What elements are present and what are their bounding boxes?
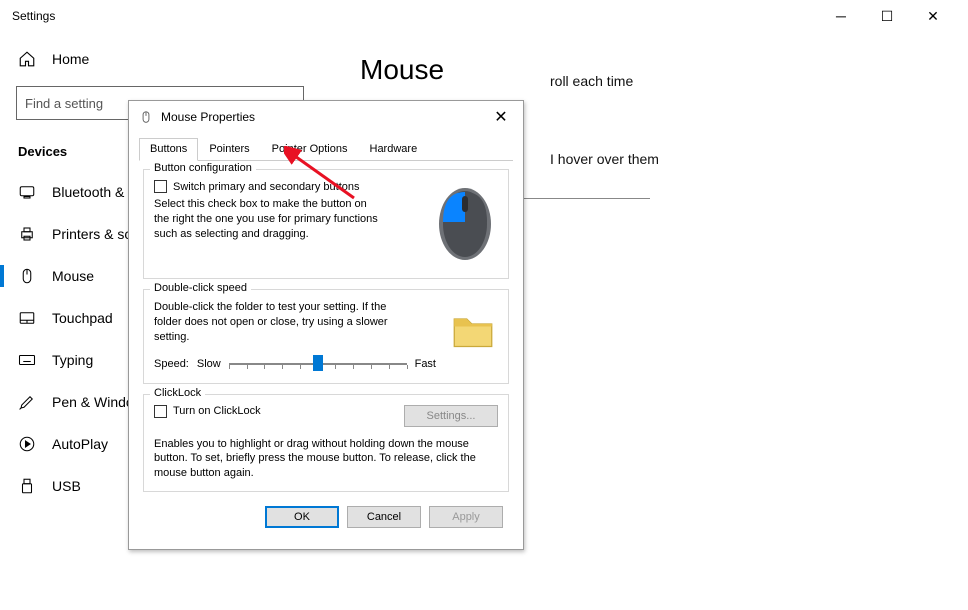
sidebar-item-label: Touchpad xyxy=(52,310,113,326)
tab-buttons[interactable]: Buttons xyxy=(139,138,198,161)
search-placeholder: Find a setting xyxy=(25,96,103,111)
scroll-hint-text: roll each time xyxy=(550,73,928,89)
tab-hardware[interactable]: Hardware xyxy=(359,138,429,161)
touchpad-icon xyxy=(18,309,36,327)
mouse-properties-dialog: Mouse Properties ✕ Buttons Pointers Poin… xyxy=(128,100,524,550)
group-legend: Double-click speed xyxy=(150,282,251,294)
double-click-help: Double-click the folder to test your set… xyxy=(154,300,414,345)
home-nav[interactable]: Home xyxy=(0,40,320,78)
group-clicklock: ClickLock Settings... Turn on ClickLock … xyxy=(143,394,509,493)
switch-buttons-checkbox[interactable] xyxy=(154,180,167,193)
printer-icon xyxy=(18,225,36,243)
sidebar-item-label: Mouse xyxy=(52,268,94,284)
usb-icon xyxy=(18,477,36,495)
hover-hint-text: I hover over them xyxy=(550,151,928,167)
pen-icon xyxy=(18,393,36,411)
speed-label: Speed: xyxy=(154,358,189,370)
home-label: Home xyxy=(52,51,89,67)
clicklock-help: Enables you to highlight or drag without… xyxy=(154,437,484,482)
group-double-click-speed: Double-click speed Double-click the fold… xyxy=(143,289,509,384)
clicklock-label: Turn on ClickLock xyxy=(173,405,261,417)
clicklock-settings-button: Settings... xyxy=(404,405,498,427)
ok-button[interactable]: OK xyxy=(265,506,339,528)
sidebar-item-label: Typing xyxy=(52,352,93,368)
close-button[interactable]: ✕ xyxy=(910,0,956,32)
dialog-title-text: Mouse Properties xyxy=(161,110,255,124)
tab-pointer-options[interactable]: Pointer Options xyxy=(261,138,359,161)
switch-buttons-help: Select this check box to make the button… xyxy=(154,197,384,242)
slow-label: Slow xyxy=(197,358,221,370)
autoplay-icon xyxy=(18,435,36,453)
sidebar-item-label: USB xyxy=(52,478,81,494)
fast-label: Fast xyxy=(415,358,436,370)
group-legend: ClickLock xyxy=(150,387,205,399)
sidebar-item-label: Bluetooth & ... xyxy=(52,184,140,200)
keyboard-icon xyxy=(18,351,36,369)
minimize-button[interactable]: ─ xyxy=(818,0,864,32)
mouse-dialog-icon xyxy=(139,110,153,124)
mouse-icon xyxy=(18,267,36,285)
group-button-configuration: Button configuration Switch primary and … xyxy=(143,169,509,279)
bluetooth-icon xyxy=(18,183,36,201)
window-title: Settings xyxy=(12,9,818,23)
dialog-tab-row: Buttons Pointers Pointer Options Hardwar… xyxy=(139,137,513,161)
apply-button: Apply xyxy=(429,506,503,528)
switch-buttons-label: Switch primary and secondary buttons xyxy=(173,181,359,193)
cancel-button[interactable]: Cancel xyxy=(347,506,421,528)
maximize-button[interactable]: ☐ xyxy=(864,0,910,32)
mouse-illustration xyxy=(434,184,496,264)
dialog-close-button[interactable]: ✕ xyxy=(489,107,513,127)
folder-test-icon[interactable] xyxy=(448,300,498,358)
home-icon xyxy=(18,50,36,68)
tab-pointers[interactable]: Pointers xyxy=(198,138,260,161)
sidebar-item-label: AutoPlay xyxy=(52,436,108,452)
clicklock-checkbox[interactable] xyxy=(154,405,167,418)
group-legend: Button configuration xyxy=(150,162,256,174)
speed-slider[interactable] xyxy=(229,355,407,373)
